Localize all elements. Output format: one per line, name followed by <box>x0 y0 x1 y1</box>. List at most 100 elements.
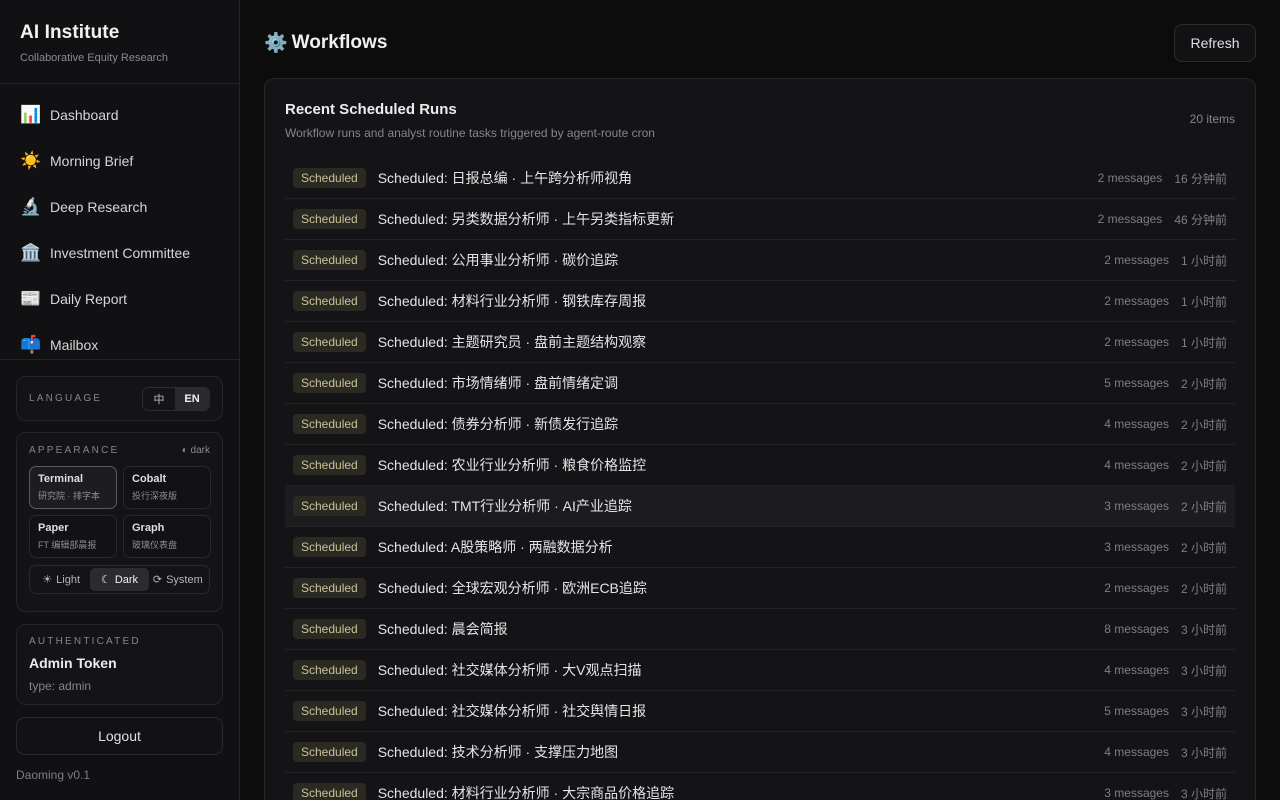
sidebar-item-deep-research[interactable]: 🔬 Deep Research <box>0 184 239 230</box>
bank-icon: 🏛️ <box>20 243 42 262</box>
run-row[interactable]: Scheduled Scheduled: 公用事业分析师 · 碳价追踪 2 mess… <box>285 240 1235 281</box>
run-title: Scheduled: 技术分析师 · 支撑压力地图 <box>377 744 619 760</box>
sidebar-item-label: Mailbox <box>50 337 99 353</box>
run-row[interactable]: Scheduled Scheduled: 材料行业分析师 · 钢铁库存周报 2 me… <box>285 281 1235 322</box>
mode-dark-button[interactable]: ☾ Dark <box>90 568 149 591</box>
auth-panel: AUTHENTICATED Admin Token type: admin <box>16 624 223 705</box>
run-row[interactable]: Scheduled Scheduled: 技术分析师 · 支撑压力地图 4 mess… <box>285 732 1235 773</box>
sidebar-item-morning-brief[interactable]: ☀️ Morning Brief <box>0 138 239 184</box>
message-count: 2 messages <box>1104 335 1169 349</box>
moon-icon: ☾ <box>100 574 111 586</box>
auth-label: AUTHENTICATED <box>29 636 141 647</box>
language-toggle: 中 EN <box>142 386 210 411</box>
run-timestamp: 2 小时前 <box>1180 581 1227 596</box>
status-badge: Scheduled <box>293 701 366 721</box>
run-title: Scheduled: 晨会简报 <box>377 621 508 637</box>
theme-description: FT 编辑部晨报 <box>38 540 97 550</box>
status-badge: Scheduled <box>293 209 366 229</box>
run-row[interactable]: Scheduled Scheduled: 债券分析师 · 新债发行追踪 4 mess… <box>285 404 1235 445</box>
status-badge: Scheduled <box>293 783 366 800</box>
run-title: Scheduled: 材料行业分析师 · 大宗商品价格追踪 <box>377 785 675 800</box>
scheduled-runs-card: Recent Scheduled Runs Workflow runs and … <box>264 78 1256 800</box>
app-root: AI Institute Collaborative Equity Resear… <box>0 0 1280 800</box>
status-badge: Scheduled <box>293 496 366 516</box>
sidebar-item-label: Investment Committee <box>50 245 191 261</box>
theme-option-terminal[interactable]: Terminal 研究院 · 排字本 <box>29 466 117 509</box>
mode-system-button[interactable]: ⟳ System <box>149 568 207 591</box>
run-row[interactable]: Scheduled Scheduled: A股策略师 · 两融数据分析 3 mess… <box>285 527 1235 568</box>
message-count: 4 messages <box>1104 745 1169 759</box>
run-timestamp: 2 小时前 <box>1180 458 1227 473</box>
theme-option-cobalt[interactable]: Cobalt 投行深夜版 <box>123 466 211 509</box>
run-title: Scheduled: 全球宏观分析师 · 欧洲ECB追踪 <box>377 580 647 596</box>
message-count: 5 messages <box>1104 704 1169 718</box>
sidebar-item-dashboard[interactable]: 📊 Dashboard <box>0 92 239 138</box>
brand-title: AI Institute <box>20 22 120 43</box>
language-option-zh[interactable]: 中 <box>143 388 175 410</box>
page-title-text: Workflows <box>291 32 388 53</box>
run-title: Scheduled: 市场情绪师 · 盘前情绪定调 <box>377 375 619 391</box>
status-badge: Scheduled <box>293 291 366 311</box>
run-row[interactable]: Scheduled Scheduled: 主题研究员 · 盘前主题结构观察 2 me… <box>285 322 1235 363</box>
run-title: Scheduled: A股策略师 · 两融数据分析 <box>377 539 613 555</box>
auth-type: type: admin <box>29 679 92 693</box>
theme-option-paper[interactable]: Paper FT 编辑部晨报 <box>29 515 117 558</box>
sidebar-item-daily-report[interactable]: 📰 Daily Report <box>0 276 239 322</box>
run-row[interactable]: Scheduled Scheduled: 晨会简报 8 messages 3 小时前 <box>285 609 1235 650</box>
version-label: Daoming v0.1 <box>16 768 91 782</box>
status-badge: Scheduled <box>293 537 366 557</box>
theme-name: Cobalt <box>132 473 167 485</box>
run-timestamp: 2 小时前 <box>1180 417 1227 432</box>
logout-button[interactable]: Logout <box>16 717 223 755</box>
run-timestamp: 16 分钟前 <box>1174 171 1227 186</box>
run-row[interactable]: Scheduled Scheduled: 农业行业分析师 · 粮食价格监控 4 me… <box>285 445 1235 486</box>
run-title: Scheduled: 债券分析师 · 新债发行追踪 <box>377 416 619 432</box>
run-row[interactable]: Scheduled Scheduled: 全球宏观分析师 · 欧洲ECB追踪 2 m… <box>285 568 1235 609</box>
card-title: Recent Scheduled Runs <box>285 101 457 118</box>
run-timestamp: 3 小时前 <box>1180 622 1227 637</box>
message-count: 4 messages <box>1104 458 1169 472</box>
run-timestamp: 46 分钟前 <box>1174 212 1227 227</box>
microscope-icon: 🔬 <box>20 197 42 216</box>
theme-option-graph[interactable]: Graph 玻璃仪表盘 <box>123 515 211 558</box>
run-row[interactable]: Scheduled Scheduled: 社交媒体分析师 · 社交舆情日报 5 me… <box>285 691 1235 732</box>
page-title: ⚙️ Workflows <box>264 31 387 55</box>
status-badge: Scheduled <box>293 250 366 270</box>
run-row[interactable]: Scheduled Scheduled: 市场情绪师 · 盘前情绪定调 5 mess… <box>285 363 1235 404</box>
refresh-button[interactable]: Refresh <box>1174 24 1256 62</box>
theme-name: Paper <box>38 522 69 534</box>
language-label: LANGUAGE <box>29 393 103 404</box>
language-option-en[interactable]: EN <box>175 387 209 410</box>
message-count: 2 messages <box>1097 212 1163 226</box>
run-row[interactable]: Scheduled Scheduled: 社交媒体分析师 · 大V观点扫描 4 me… <box>285 650 1235 691</box>
message-count: 2 messages <box>1104 294 1169 308</box>
run-title: Scheduled: 材料行业分析师 · 钢铁库存周报 <box>377 293 647 309</box>
run-row[interactable]: Scheduled Scheduled: TMT行业分析师 · AI产业追踪 3 m… <box>285 486 1235 527</box>
run-timestamp: 2 小时前 <box>1180 376 1227 391</box>
current-mode-indicator: ◐ dark <box>181 445 210 456</box>
sidebar-item-mailbox[interactable]: 📫 Mailbox <box>0 322 239 359</box>
run-row[interactable]: Scheduled Scheduled: 材料行业分析师 · 大宗商品价格追踪 3 … <box>285 773 1235 800</box>
sidebar-nav: 📊 Dashboard ☀️ Morning Brief 🔬 Deep Research 🏛… <box>0 84 239 360</box>
run-row[interactable]: Scheduled Scheduled: 另类数据分析师 · 上午另类指标更新 2 … <box>285 199 1235 240</box>
run-timestamp: 2 小时前 <box>1180 499 1227 514</box>
run-row[interactable]: Scheduled Scheduled: 日报总编 · 上午跨分析师视角 2 mes… <box>285 158 1235 199</box>
mode-light-button[interactable]: ☀ Light <box>32 568 90 591</box>
sidebar-item-investment-committee[interactable]: 🏛️ Investment Committee <box>0 230 239 276</box>
sidebar-item-label: Daily Report <box>50 291 128 307</box>
status-badge: Scheduled <box>293 455 366 475</box>
run-timestamp: 3 小时前 <box>1180 745 1227 760</box>
run-title: Scheduled: 社交媒体分析师 · 社交舆情日报 <box>377 703 647 719</box>
theme-grid: Terminal 研究院 · 排字本 Cobalt 投行深夜版 Paper FT 编辑部晨… <box>29 466 211 558</box>
status-badge: Scheduled <box>293 742 366 762</box>
appearance-label: APPEARANCE <box>29 445 120 456</box>
mailbox-icon: 📫 <box>20 335 42 354</box>
language-panel: LANGUAGE 中 EN <box>16 376 223 421</box>
main-content: ⚙️ Workflows Refresh Recent Scheduled Ru… <box>240 0 1280 800</box>
system-icon: ⟳ <box>152 574 163 586</box>
card-subtitle: Workflow runs and analyst routine tasks … <box>285 126 655 140</box>
message-count: 2 messages <box>1097 171 1163 185</box>
run-timestamp: 3 小时前 <box>1180 663 1227 678</box>
theme-name: Terminal <box>38 473 84 485</box>
brand-subtitle: Collaborative Equity Research <box>20 52 168 64</box>
